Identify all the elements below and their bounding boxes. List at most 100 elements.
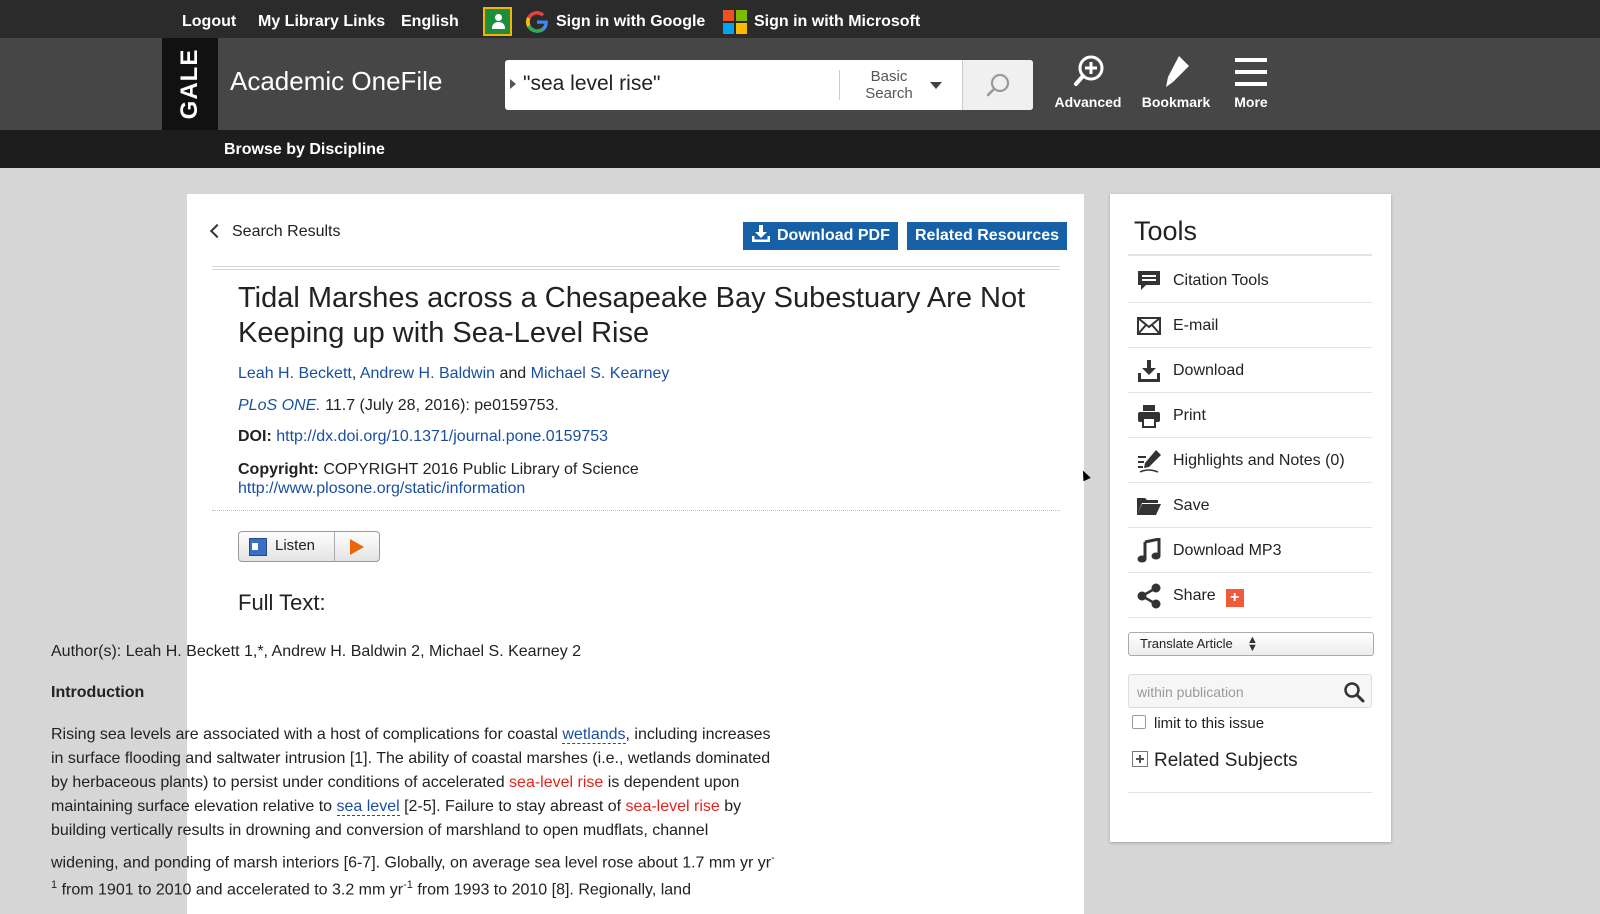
app-header: GALE Academic OneFile "sea level rise" B… [0, 38, 1600, 130]
chevron-left-icon [209, 223, 225, 239]
search-type-select[interactable]: Basic Search [853, 68, 925, 102]
email-item[interactable]: E-mail [1128, 302, 1372, 348]
superscript: - [771, 852, 775, 864]
download-item[interactable]: Download [1128, 347, 1372, 393]
body-text: maintaining surface elevation relative t… [51, 798, 337, 815]
google-signin-link[interactable]: Sign in with Google [556, 0, 705, 38]
download-mp3-item[interactable]: Download MP3 [1128, 527, 1372, 573]
article-title: Tidal Marshes across a Chesapeake Bay Su… [238, 282, 1026, 349]
share-label-wrap: Share + [1173, 587, 1244, 607]
tools-bottom-divider [1128, 792, 1372, 793]
folder-icon [1137, 498, 1161, 515]
print-item[interactable]: Print [1128, 392, 1372, 438]
language-selector[interactable]: English [401, 0, 459, 38]
bookmark-icon [1166, 56, 1189, 87]
advanced-search-button[interactable]: Advanced [1046, 54, 1130, 110]
search-term-highlight: sea-level rise [625, 798, 720, 815]
bookmark-button[interactable]: Bookmark [1134, 54, 1218, 110]
download-icon [752, 225, 770, 242]
tool-label: Print [1173, 407, 1206, 424]
superscript: -1 [403, 879, 413, 891]
translate-article-select[interactable]: Translate Article ▲ ▼ [1128, 632, 1374, 656]
search-divider [839, 70, 840, 100]
body-line: 1 from 1901 to 2010 and accelerated to 3… [51, 873, 851, 899]
citation-details: 11.7 (July 28, 2016): pe0159753. [325, 397, 559, 414]
speaker-icon [249, 538, 267, 556]
top-utility-bar: Logout My Library Links English Sign in … [0, 0, 1600, 38]
microsoft-icon [723, 10, 747, 34]
search-type-line1: Basic [870, 68, 908, 85]
header-divider-2 [212, 269, 1060, 270]
tool-label: Highlights and Notes (0) [1173, 452, 1345, 469]
search-icon[interactable] [1343, 681, 1365, 703]
body-text: by herbaceous plants) to persist under c… [51, 774, 510, 791]
share-item[interactable]: Share + [1128, 572, 1372, 618]
browse-bar: Browse by Discipline [0, 130, 1600, 168]
tools-divider [1128, 254, 1372, 256]
tool-label: Share [1173, 587, 1216, 604]
metadata-divider [212, 510, 1060, 511]
body-text: from 1993 to 2010 [8]. Regionally, land [412, 881, 691, 899]
author-link[interactable]: Leah H. Beckett [238, 365, 352, 382]
google-classroom-icon[interactable] [483, 7, 512, 36]
search-term-highlight: sea-level rise [509, 774, 604, 791]
glossary-link-sea-level[interactable]: sea level [336, 798, 400, 816]
related-resources-button[interactable]: Related Resources [907, 222, 1068, 250]
gale-logo-text: GALE [176, 48, 203, 120]
tool-label: Download MP3 [1173, 542, 1282, 559]
author-link[interactable]: Andrew H. Baldwin [360, 365, 495, 382]
doi-link[interactable]: http://dx.doi.org/10.1371/journal.pone.0… [276, 428, 608, 445]
body-line: by herbaceous plants) to persist under c… [51, 771, 851, 795]
journal-link[interactable]: PLoS ONE. [238, 397, 321, 414]
highlights-notes-item[interactable]: Highlights and Notes (0) [1128, 437, 1372, 483]
article-body: Rising sea levels are associated with a … [51, 723, 851, 899]
tool-label: Citation Tools [1173, 272, 1269, 289]
more-menu-button[interactable]: More [1209, 54, 1293, 110]
publication-search-input[interactable]: within publication [1128, 674, 1372, 708]
envelope-icon [1137, 317, 1161, 335]
copyright-text: COPYRIGHT 2016 Public Library of Science [323, 461, 639, 478]
gale-logo[interactable]: GALE [162, 38, 218, 130]
listen-separator [334, 531, 335, 562]
body-text: Rising sea levels are associated with a … [51, 726, 563, 743]
my-library-links-link[interactable]: My Library Links [258, 0, 385, 38]
app-title[interactable]: Academic OneFile [230, 66, 442, 97]
body-text: in surface flooding and saltwater intrus… [51, 750, 771, 767]
body-line: Rising sea levels are associated with a … [51, 723, 851, 747]
download-pdf-label: Download PDF [777, 227, 890, 244]
save-item[interactable]: Save [1128, 482, 1372, 528]
download-pdf-button[interactable]: Download PDF [743, 222, 898, 250]
expand-plus-icon [1132, 751, 1148, 767]
author-link[interactable]: Michael S. Kearney [531, 365, 670, 382]
chevron-down-icon[interactable] [930, 82, 942, 89]
citation-tools-item[interactable]: Citation Tools [1128, 257, 1372, 303]
search-options-caret-icon[interactable] [510, 79, 516, 89]
microsoft-signin-link[interactable]: Sign in with Microsoft [754, 0, 920, 38]
body-text: is dependent upon [603, 774, 740, 791]
google-icon [525, 11, 548, 33]
hamburger-menu-icon [1235, 58, 1267, 86]
copyright-link[interactable]: http://www.plosone.org/static/informatio… [238, 480, 525, 497]
search-input[interactable]: "sea level rise" [523, 72, 660, 96]
browse-by-discipline-link[interactable]: Browse by Discipline [224, 141, 385, 159]
copyright-label: Copyright: [238, 461, 319, 478]
printer-icon [1138, 405, 1160, 428]
search-button[interactable] [962, 60, 1033, 110]
search-results-back-link[interactable]: Search Results [209, 223, 341, 241]
tool-label: Download [1173, 362, 1245, 379]
advanced-label: Advanced [1054, 94, 1122, 110]
select-arrows-icon: ▲ ▼ [1247, 634, 1258, 654]
body-text: by [719, 798, 742, 815]
listen-button[interactable]: Listen [238, 531, 388, 562]
related-subjects-toggle[interactable]: Related Subjects [1132, 750, 1298, 772]
play-icon[interactable] [350, 539, 364, 555]
limit-to-issue-checkbox[interactable] [1132, 715, 1146, 729]
glossary-link-wetlands[interactable]: wetlands [562, 726, 626, 744]
body-text: from 1901 to 2010 and accelerated to 3.2… [57, 881, 404, 899]
tools-title: Tools [1134, 216, 1198, 246]
logout-link[interactable]: Logout [182, 0, 236, 38]
plus-icon[interactable]: + [1225, 589, 1244, 607]
limit-to-issue-row[interactable]: limit to this issue [1132, 715, 1264, 732]
body-text: , including increases [625, 726, 771, 743]
body-text: building vertically results in drowning … [51, 822, 709, 839]
